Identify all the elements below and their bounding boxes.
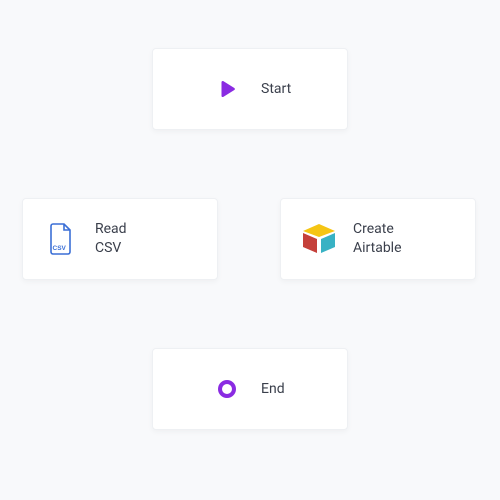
node-create-airtable[interactable]: Create Airtable xyxy=(280,198,476,280)
play-icon xyxy=(207,69,247,109)
node-label: Start xyxy=(261,80,291,99)
node-end[interactable]: End xyxy=(152,348,348,430)
node-start[interactable]: Start xyxy=(152,48,348,130)
svg-text:CSV: CSV xyxy=(53,245,67,252)
node-label: Create Airtable xyxy=(353,220,402,258)
csv-file-icon: CSV xyxy=(41,219,81,259)
airtable-icon xyxy=(299,219,339,259)
node-label: End xyxy=(261,380,285,399)
node-label: Read CSV xyxy=(95,220,127,258)
node-read-csv[interactable]: CSV Read CSV xyxy=(22,198,218,280)
end-circle-icon xyxy=(207,369,247,409)
